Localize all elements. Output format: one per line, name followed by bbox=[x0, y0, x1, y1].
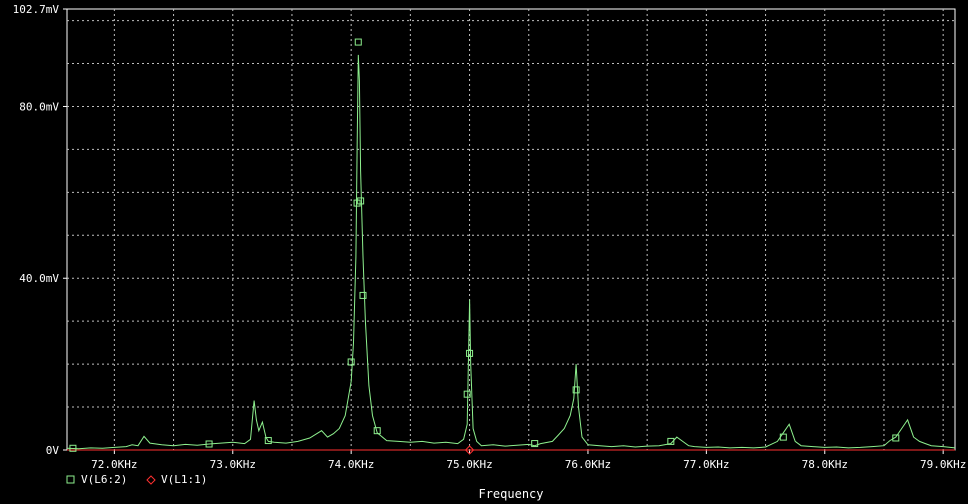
y-tick-label: 0V bbox=[46, 444, 60, 457]
chart-svg: 72.0KHz 73.0KHz 74.0KHz 75.0KHz 76.0KHz 77.0K… bbox=[13, 3, 967, 501]
x-tick-label: 78.0KHz bbox=[802, 458, 848, 471]
y-tick-label: 80.0mV bbox=[19, 100, 59, 113]
series-lines bbox=[66, 54, 956, 451]
y-axis-ticks: 0V 40.0mV 80.0mV 102.7mV bbox=[13, 3, 67, 457]
legend-series-2: V(L1:1) bbox=[161, 473, 207, 486]
x-tick-label: 79.0KHz bbox=[920, 458, 966, 471]
x-axis-ticks: 72.0KHz 73.0KHz 74.0KHz 75.0KHz 76.0KHz 77.0K… bbox=[91, 450, 966, 471]
legend-diamond-marker bbox=[146, 475, 156, 485]
y-tick-label: 102.7mV bbox=[13, 3, 60, 16]
x-tick-label: 72.0KHz bbox=[91, 458, 137, 471]
legend-series-1: V(L6:2) bbox=[81, 473, 127, 486]
x-axis-label: Frequency bbox=[478, 487, 543, 501]
x-tick-label: 77.0KHz bbox=[683, 458, 729, 471]
data-point-marker bbox=[357, 197, 365, 205]
x-tick-label: 73.0KHz bbox=[210, 458, 256, 471]
plot-area bbox=[66, 8, 956, 451]
series-line bbox=[66, 54, 956, 450]
y-tick-label: 40.0mV bbox=[19, 272, 59, 285]
series-markers bbox=[69, 38, 900, 455]
data-point-marker bbox=[354, 38, 362, 46]
grid-lines bbox=[67, 9, 955, 450]
data-point-marker bbox=[359, 291, 367, 299]
x-tick-label: 74.0KHz bbox=[328, 458, 374, 471]
x-tick-label: 76.0KHz bbox=[565, 458, 611, 471]
legend-square-marker bbox=[66, 475, 75, 484]
x-tick-label: 75.0KHz bbox=[446, 458, 492, 471]
legend: V(L6:2) V(L1:1) bbox=[66, 473, 207, 486]
data-point-marker bbox=[353, 199, 361, 207]
